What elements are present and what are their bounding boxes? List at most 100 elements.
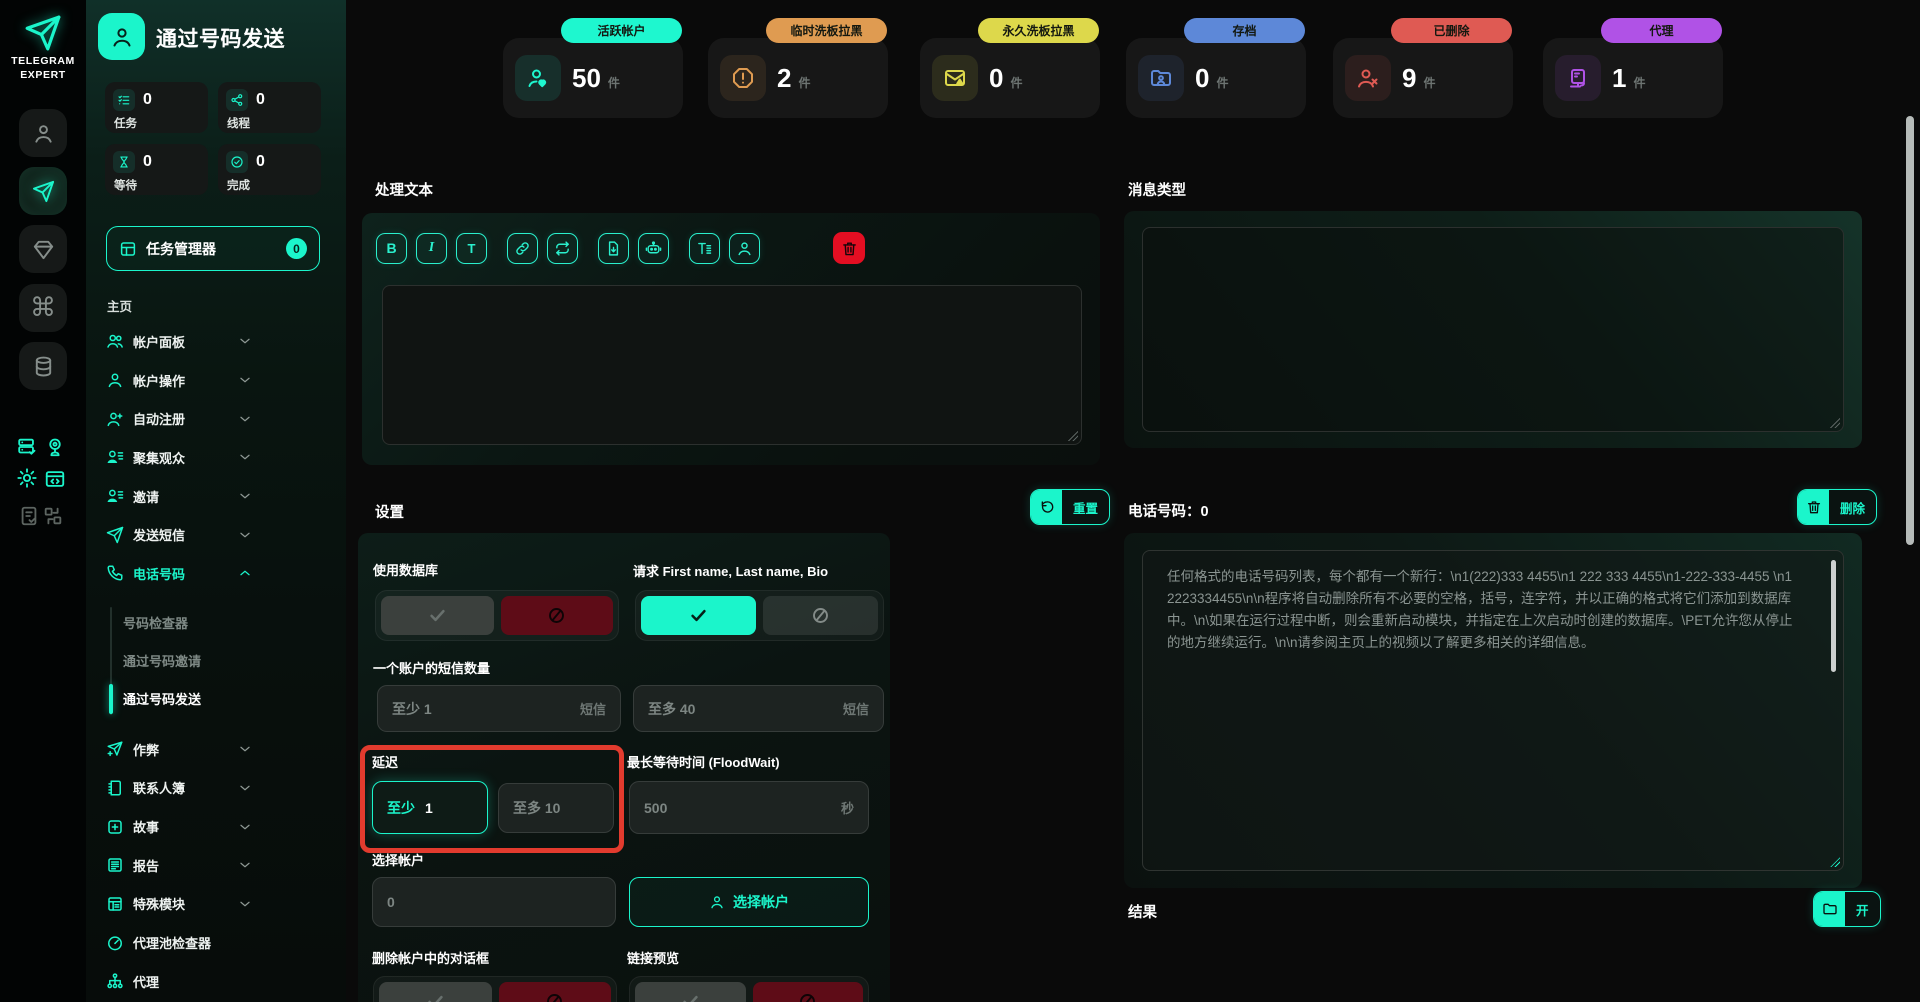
user-x-icon [1356, 66, 1380, 90]
stat-card-永久洗板拉黑[interactable]: 永久洗板拉黑 0 件 [920, 18, 1100, 118]
stat-unit: 件 [1216, 76, 1229, 90]
delay-label: 延迟 [372, 755, 399, 770]
delete-dialogs-yes-button[interactable] [379, 982, 492, 1002]
rail-button-command[interactable]: ⌘ [19, 284, 67, 332]
resize-handle[interactable] [1068, 431, 1078, 441]
toolbar-italic-button[interactable]: I [416, 232, 447, 264]
icon-rail: TELEGRAM EXPERT ⌘ [0, 0, 86, 1002]
rail-button-database[interactable] [19, 342, 67, 390]
phone-icon [106, 564, 124, 582]
rail-footer-webcam[interactable] [44, 436, 66, 458]
request-profile-yes-button[interactable] [641, 596, 756, 635]
submenu-item-通过号码发送[interactable]: 通过号码发送 [86, 680, 346, 718]
rail-button-user[interactable] [19, 109, 67, 157]
use-database-yes-button[interactable] [381, 596, 494, 635]
rail-footer-code-window[interactable] [44, 468, 66, 490]
sms-max-input[interactable]: 至多 40 短信 [633, 685, 884, 732]
stat-value: 0 [989, 62, 1004, 93]
page-scrollbar-thumb[interactable] [1906, 116, 1914, 545]
toolbar-title-button[interactable]: T [456, 232, 487, 264]
link-preview-toggle [629, 976, 869, 1002]
counter-value: 0 [256, 153, 265, 170]
use-database-no-button[interactable] [500, 596, 613, 635]
reset-button[interactable]: 重置 [1030, 489, 1111, 525]
rail-footer-server-check[interactable] [16, 436, 38, 458]
delete-numbers-button[interactable]: 删除 [1797, 489, 1878, 525]
gear-icon [16, 467, 38, 489]
block-icon [798, 992, 817, 1002]
sms-min-input[interactable]: 至少 1 短信 [377, 685, 621, 732]
rail-footer-doc-check[interactable] [18, 505, 40, 527]
rail-footer-gear[interactable] [16, 467, 38, 489]
submenu-item-号码检查器[interactable]: 号码检查器 [86, 604, 346, 642]
app-logo: TELEGRAM EXPERT [0, 14, 86, 82]
stat-card-代理[interactable]: 代理 1 件 [1543, 18, 1723, 118]
sidebar-item-发送短信[interactable]: 发送短信 [86, 515, 346, 554]
sidebar-item-电话号码[interactable]: 电话号码 [86, 554, 346, 593]
sidebar-item-代理[interactable]: 代理 [86, 962, 346, 1001]
sidebar-item-帐户操作[interactable]: 帐户操作 [86, 361, 346, 400]
delay-max-input[interactable]: 至多 10 [498, 783, 614, 833]
stat-icon-tile [720, 55, 766, 101]
user-icon [32, 122, 55, 145]
task-manager-button[interactable]: 任务管理器 0 [106, 226, 320, 271]
link-preview-no-button[interactable] [752, 982, 863, 1002]
sidebar-item-报告[interactable]: 报告 [86, 846, 346, 885]
toolbar-robot-button[interactable] [638, 232, 669, 264]
phone-numbers-textarea[interactable]: 任何格式的电话号码列表，每个都有一个新行：\n1(222)333 4455\n1… [1142, 550, 1844, 871]
toolbar-clear-button[interactable] [833, 232, 865, 264]
toolbar-file-import-button[interactable] [598, 232, 629, 264]
request-profile-toggle [635, 590, 884, 641]
toolbar-user-button[interactable] [729, 232, 760, 264]
rail-button-gem[interactable] [19, 225, 67, 273]
sidebar-item-聚集观众[interactable]: 聚集观众 [86, 438, 346, 477]
rail-button-send[interactable] [19, 167, 67, 215]
results-title: 结果 [1128, 905, 1157, 921]
stat-card-已删除[interactable]: 已删除 9 件 [1333, 18, 1513, 118]
chevron-down-icon [238, 897, 252, 911]
sidebar-item-邀请[interactable]: 邀请 [86, 477, 346, 516]
gauge-icon [106, 934, 124, 952]
stat-card-临时洗板拉黑[interactable]: 临时洗板拉黑 2 件 [708, 18, 888, 118]
chevron-down-icon [238, 450, 252, 464]
resize-handle[interactable] [1830, 857, 1840, 867]
open-results-button[interactable]: 开 [1813, 891, 1881, 927]
textarea-scrollbar-thumb[interactable] [1831, 560, 1836, 672]
folder-icon [1822, 901, 1838, 917]
toolbar-text-spacing-button[interactable] [689, 232, 720, 264]
request-profile-no-button[interactable] [763, 596, 878, 635]
phone-submenu: 号码检查器 通过号码邀请 通过号码发送 [86, 604, 346, 718]
chevron-down-icon [238, 781, 252, 795]
stat-value: 50 [572, 62, 601, 93]
sidebar-item-故事[interactable]: 故事 [86, 807, 346, 846]
rail-footer-swap[interactable] [42, 505, 64, 527]
chevron-up-icon [238, 566, 252, 580]
process-text-textarea[interactable] [382, 285, 1082, 445]
sidebar-item-帐户面板[interactable]: 帐户面板 [86, 322, 346, 361]
stat-card-存档[interactable]: 存档 0 件 [1126, 18, 1306, 118]
resize-handle[interactable] [1830, 418, 1840, 428]
delay-min-input[interactable]: 至少 1 [372, 781, 488, 834]
message-type-textarea[interactable] [1142, 227, 1844, 432]
sidebar-item-自动注册[interactable]: 自动注册 [86, 399, 346, 438]
check-icon [428, 606, 447, 625]
toolbar-link-button[interactable] [507, 232, 538, 264]
chevron-down-icon [238, 373, 252, 387]
floodwait-input[interactable]: 500 秒 [629, 781, 869, 834]
sidebar-item-代理池检查器[interactable]: 代理池检查器 [86, 923, 346, 962]
sidebar-item-特殊模块[interactable]: 特殊模块 [86, 885, 346, 924]
link-preview-yes-button[interactable] [635, 982, 746, 1002]
sidebar-item-联系人簿[interactable]: 联系人簿 [86, 769, 346, 808]
select-accounts-button[interactable]: 选择帐户 [629, 877, 869, 927]
user-list-icon [106, 487, 124, 505]
page-header-icon [98, 13, 145, 60]
stat-unit: 件 [607, 76, 620, 90]
accounts-count-input[interactable]: 0 [372, 877, 616, 927]
sidebar-item-作弊[interactable]: 作弊 [86, 730, 346, 769]
delete-dialogs-no-button[interactable] [498, 982, 611, 1002]
stat-unit: 件 [798, 76, 811, 90]
stat-card-活跃帐户[interactable]: 活跃帐户 50 件 [503, 18, 683, 118]
toolbar-repeat-button[interactable] [547, 232, 578, 264]
toolbar-bold-button[interactable]: B [376, 232, 407, 264]
submenu-item-通过号码邀请[interactable]: 通过号码邀请 [86, 642, 346, 680]
